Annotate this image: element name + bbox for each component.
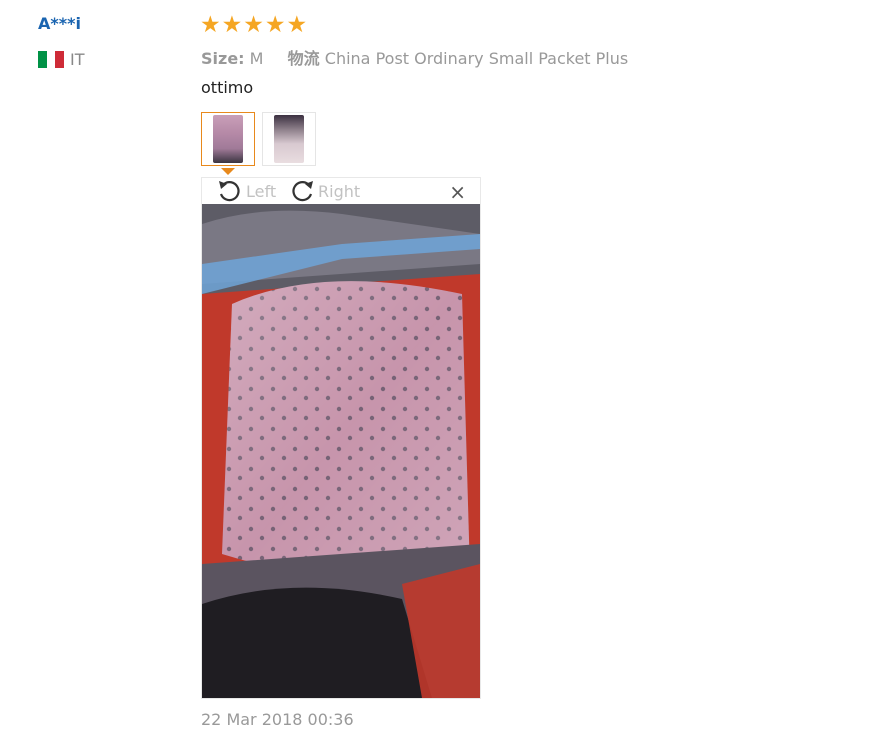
star-rating: ★ ★ ★ ★ ★ [200, 11, 307, 39]
order-info: Size: M 物流 China Post Ordinary Small Pac… [201, 45, 628, 69]
photo-viewer: Left Right × [201, 177, 481, 699]
rotate-left-icon [219, 181, 240, 202]
star-icon: ★ [264, 12, 286, 38]
reviewer-country: IT [38, 50, 85, 69]
size-label: Size: [201, 49, 245, 68]
thumbnail-image [213, 115, 243, 163]
review-comment: ottimo [201, 78, 254, 97]
italy-flag-icon [38, 51, 65, 68]
shipping-label: 物流 [287, 49, 320, 68]
review-date: 22 Mar 2018 00:36 [201, 710, 354, 729]
viewer-toolbar: Left Right × [202, 178, 480, 204]
country-code: IT [70, 50, 85, 69]
photo-thumbnail-1[interactable] [201, 112, 255, 166]
review-photo [202, 204, 480, 698]
thumbnail-image [274, 115, 304, 163]
photo-thumbnails [201, 112, 316, 166]
star-icon: ★ [200, 12, 221, 38]
rotate-left-label: Left [246, 181, 277, 201]
rotate-right-label: Right [318, 181, 361, 201]
photo-thumbnail-2[interactable] [262, 112, 316, 166]
close-viewer-button[interactable]: × [449, 182, 466, 202]
rotate-right-button[interactable]: Right [288, 178, 360, 204]
star-icon: ★ [221, 12, 243, 38]
star-icon: ★ [286, 12, 308, 38]
shipping-value: China Post Ordinary Small Packet Plus [324, 49, 629, 68]
rotate-right-icon [292, 181, 313, 202]
selected-thumbnail-indicator [221, 168, 235, 175]
reviewer-name: A***i [38, 14, 81, 33]
size-value: M [249, 49, 264, 68]
star-icon: ★ [243, 12, 264, 38]
rotate-left-button[interactable]: Left [216, 178, 276, 204]
review-photo-image [202, 204, 480, 698]
